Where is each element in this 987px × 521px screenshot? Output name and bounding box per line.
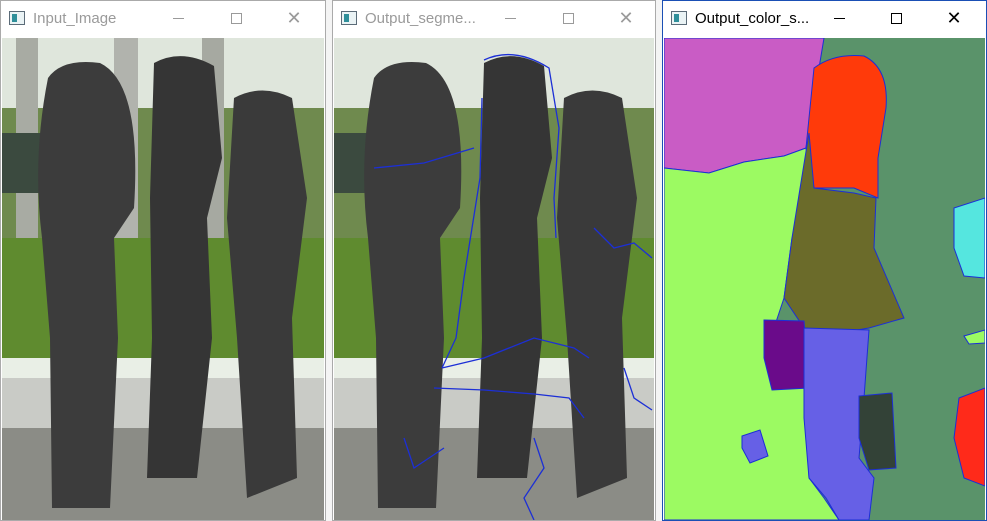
maximize-button[interactable] [213, 1, 259, 35]
minimize-icon [504, 17, 516, 19]
title-bar[interactable]: Output_color_s... ✕ [663, 1, 986, 37]
close-icon: ✕ [946, 8, 962, 28]
maximize-icon [562, 12, 574, 24]
maximize-icon [890, 12, 902, 24]
background-strip [326, 0, 332, 521]
minimize-button[interactable] [487, 1, 533, 35]
close-icon: ✕ [286, 8, 302, 28]
image-canvas [2, 38, 324, 520]
window-title: Input_Image [33, 10, 117, 27]
maximize-button[interactable] [545, 1, 591, 35]
segmented-photo [334, 38, 654, 520]
output-segmented-window[interactable]: Output_segme... ✕ [332, 0, 656, 521]
app-icon [341, 11, 357, 25]
image-canvas [334, 38, 654, 520]
image-canvas [664, 38, 985, 520]
minimize-icon [172, 17, 184, 19]
minimize-button[interactable] [155, 1, 201, 35]
title-bar[interactable]: Output_segme... ✕ [333, 1, 655, 37]
close-button[interactable]: ✕ [271, 1, 317, 35]
close-button[interactable]: ✕ [603, 1, 649, 35]
input-photo [2, 38, 324, 520]
maximize-icon [230, 12, 242, 24]
window-title: Output_segme... [365, 10, 476, 27]
maximize-button[interactable] [873, 1, 919, 35]
window-title: Output_color_s... [695, 10, 810, 27]
minimize-button[interactable] [816, 1, 862, 35]
close-icon: ✕ [618, 8, 634, 28]
output-color-segments-window[interactable]: Output_color_s... ✕ [662, 0, 987, 521]
close-button[interactable]: ✕ [931, 1, 977, 35]
color-segment-map [664, 38, 985, 520]
minimize-icon [833, 17, 845, 19]
app-icon [9, 11, 25, 25]
input-image-window[interactable]: Input_Image ✕ [0, 0, 326, 521]
app-icon [671, 11, 687, 25]
title-bar[interactable]: Input_Image ✕ [1, 1, 325, 37]
